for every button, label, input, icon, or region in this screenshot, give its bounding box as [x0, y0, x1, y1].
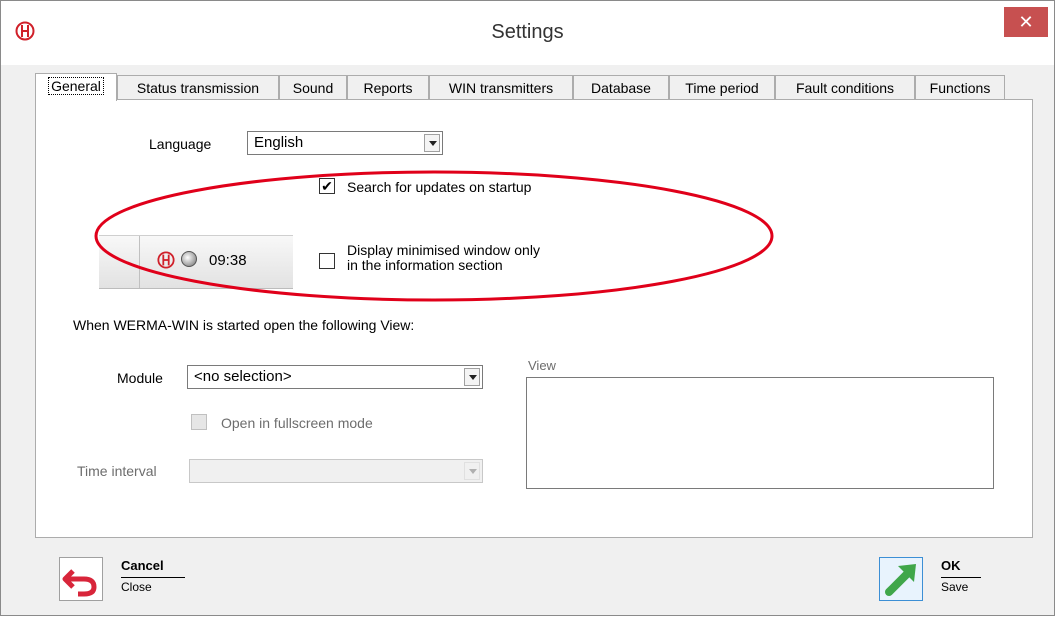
title-bar: Settings ✕: [1, 1, 1054, 65]
settings-window: Settings ✕ General Status transmission S…: [0, 0, 1055, 616]
display-minimised-line2: in the information section: [347, 257, 503, 273]
tab-reports[interactable]: Reports: [347, 75, 429, 99]
chevron-down-icon[interactable]: [464, 462, 480, 480]
taskbar-clock: 09:38: [209, 252, 247, 269]
window-title: Settings: [491, 21, 564, 43]
fullscreen-checkbox[interactable]: [191, 414, 207, 430]
module-label: Module: [117, 370, 163, 386]
module-select[interactable]: <no selection>: [187, 365, 483, 389]
cancel-button[interactable]: [59, 557, 103, 601]
ok-arrow-icon: [885, 564, 916, 596]
ok-title[interactable]: OK: [941, 558, 961, 573]
time-interval-select[interactable]: [189, 459, 483, 483]
tab-sound[interactable]: Sound: [279, 75, 347, 99]
display-minimised-line1: Display minimised window only: [347, 242, 540, 258]
ok-subtitle: Save: [941, 577, 981, 594]
werma-logo-icon: [157, 251, 175, 269]
chevron-down-icon[interactable]: [424, 134, 440, 152]
taskbar-divider: [139, 236, 140, 288]
language-value: English: [254, 134, 304, 151]
tab-fault-conditions[interactable]: Fault conditions: [775, 75, 915, 99]
view-label: View: [528, 358, 556, 373]
speaker-icon: [181, 251, 197, 267]
search-updates-checkbox[interactable]: ✔: [319, 178, 335, 194]
cancel-title[interactable]: Cancel: [121, 558, 164, 573]
cancel-subtitle: Close: [121, 577, 185, 594]
display-minimised-checkbox[interactable]: [319, 253, 335, 269]
taskbar-preview-image: 09:38: [99, 235, 293, 289]
view-list[interactable]: [526, 377, 994, 489]
fullscreen-label: Open in fullscreen mode: [221, 415, 373, 431]
close-button[interactable]: ✕: [1004, 7, 1048, 37]
tab-database[interactable]: Database: [573, 75, 669, 99]
chevron-down-icon[interactable]: [464, 368, 480, 386]
tab-win-transmitters[interactable]: WIN transmitters: [429, 75, 573, 99]
undo-arrow-icon: [62, 569, 97, 597]
startup-view-text: When WERMA-WIN is started open the follo…: [73, 317, 415, 333]
time-interval-label: Time interval: [77, 463, 157, 479]
search-updates-label: Search for updates on startup: [347, 179, 532, 195]
language-select[interactable]: English: [247, 131, 443, 155]
display-minimised-label: Display minimised window only in the inf…: [347, 243, 540, 273]
language-label: Language: [149, 136, 212, 152]
ok-button[interactable]: [879, 557, 923, 601]
tab-general[interactable]: General: [35, 73, 117, 101]
tab-time-period[interactable]: Time period: [669, 75, 775, 99]
tab-label: General: [48, 77, 104, 95]
tab-functions[interactable]: Functions: [915, 75, 1005, 99]
module-value: <no selection>: [194, 368, 292, 385]
tab-status-transmission[interactable]: Status transmission: [117, 75, 279, 99]
